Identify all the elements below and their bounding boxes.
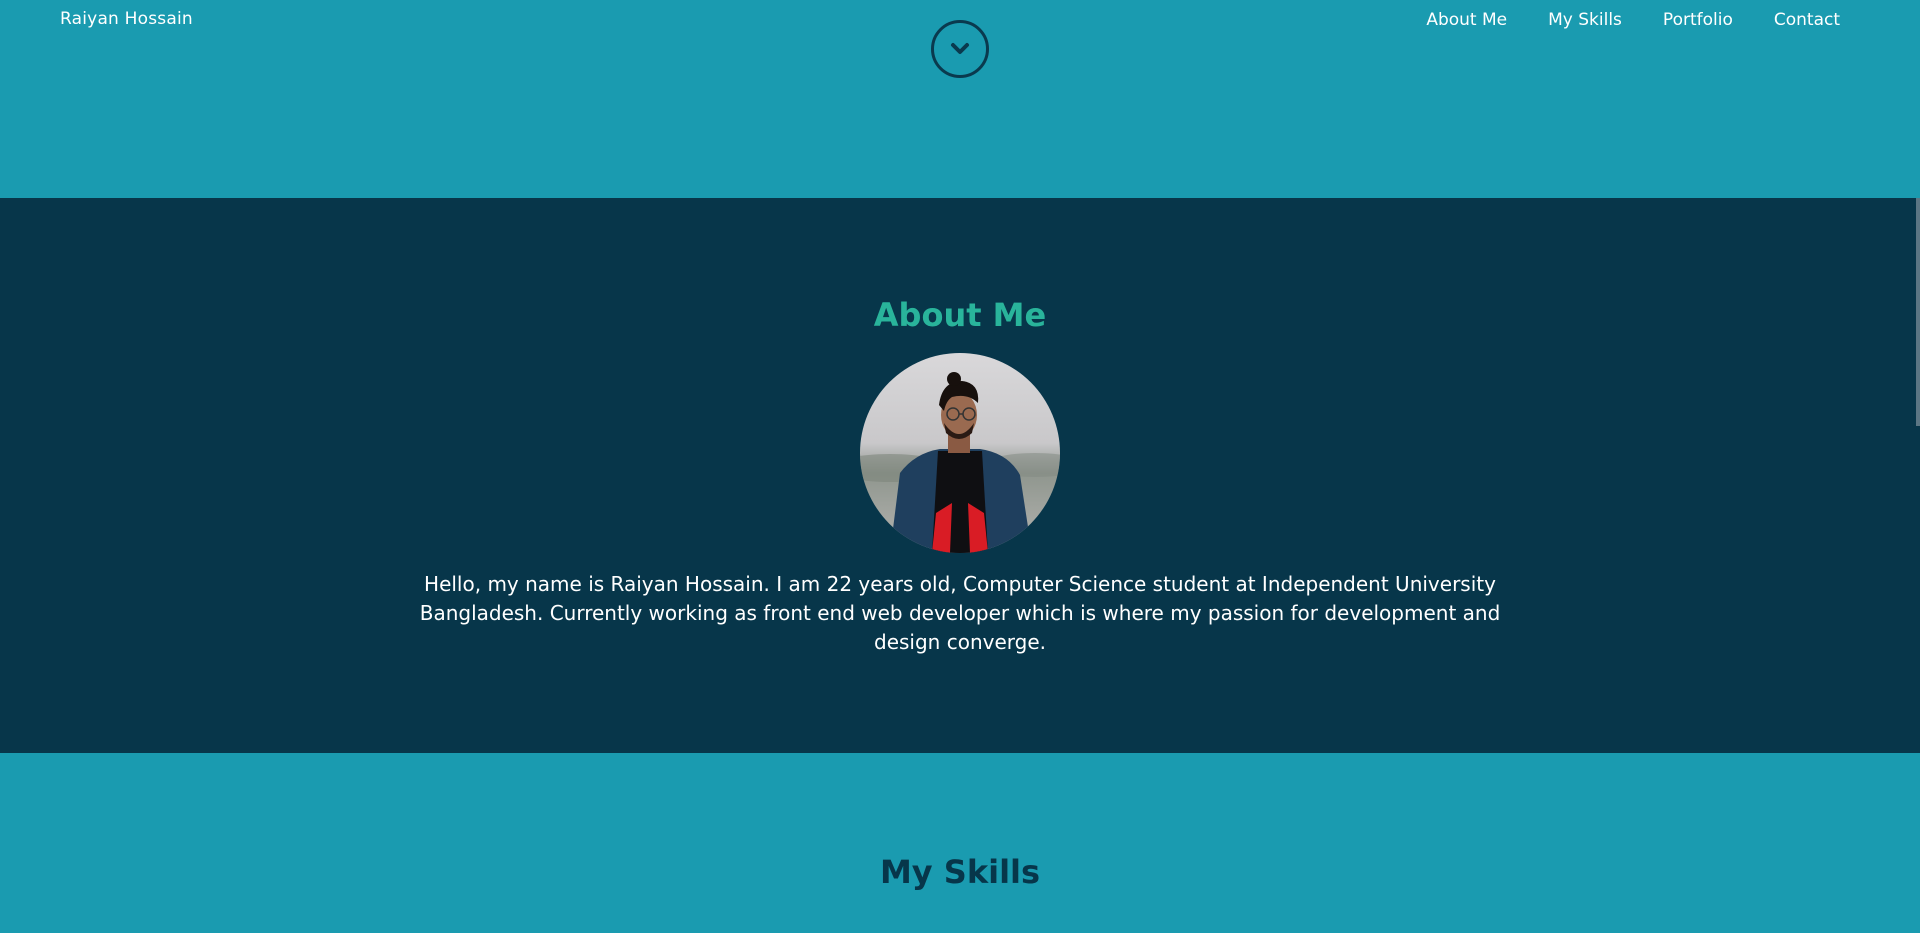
nav-link-portfolio[interactable]: Portfolio [1663,10,1733,30]
about-section: About Me Hello, my name is Raiyan Hossai… [0,198,1920,753]
page-scrollbar[interactable] [1916,198,1920,426]
hero-section: Raiyan Hossain About Me My Skills Portfo… [0,0,1920,198]
nav-link-my-skills[interactable]: My Skills [1548,10,1622,30]
about-description: Hello, my name is Raiyan Hossain. I am 2… [419,572,1501,654]
about-title: About Me [873,296,1047,334]
main-nav: About Me My Skills Portfolio Contact [1426,10,1840,30]
nav-link-contact[interactable]: Contact [1774,10,1840,30]
page: Raiyan Hossain About Me My Skills Portfo… [0,0,1920,933]
profile-photo [860,353,1060,553]
nav-link-about-me[interactable]: About Me [1426,10,1507,30]
skills-title: My Skills [879,853,1041,891]
scroll-down-button[interactable] [931,20,989,78]
chevron-down-icon [951,43,969,54]
skills-section: My Skills [0,753,1920,933]
brand-link[interactable]: Raiyan Hossain [60,9,193,29]
profile-portrait [860,353,1060,553]
